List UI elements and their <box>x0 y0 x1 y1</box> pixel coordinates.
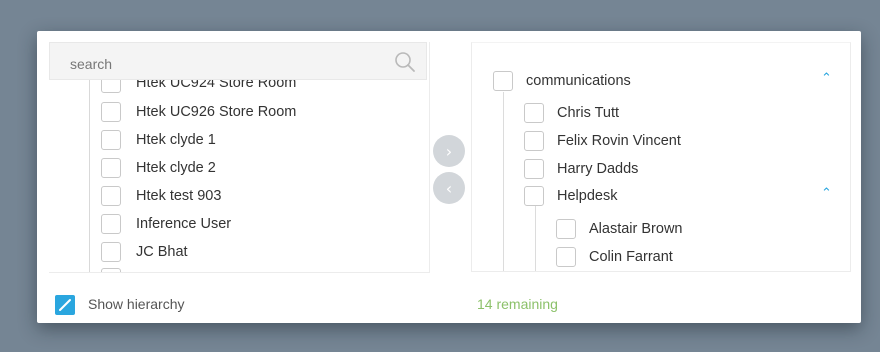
list-item[interactable]: Harry Dadds <box>524 157 638 181</box>
list-item[interactable]: Htek test 903 <box>101 184 221 208</box>
group-item[interactable]: communications <box>493 69 631 93</box>
user-label: JC Bhat <box>136 244 188 260</box>
chevron-up-icon[interactable]: ⌃ <box>821 71 835 86</box>
subgroup-item[interactable]: Helpdesk <box>524 184 617 208</box>
check-icon <box>59 299 71 311</box>
user-label: Htek UC926 Store Room <box>136 104 297 120</box>
available-users-panel: Htek UC924 Store Room Htek UC926 Store R… <box>49 42 430 273</box>
checkbox[interactable] <box>524 186 544 206</box>
subgroup-label: Helpdesk <box>557 188 618 204</box>
list-item[interactable]: JC Bhat <box>101 240 188 264</box>
user-label: Chris Tutt <box>557 105 620 121</box>
remaining-count: 14 remaining <box>477 296 558 312</box>
available-users-list[interactable]: Htek UC924 Store Room Htek UC926 Store R… <box>49 80 427 272</box>
checkbox[interactable] <box>524 131 544 151</box>
checkbox[interactable] <box>101 186 121 206</box>
checkbox[interactable] <box>493 71 513 91</box>
user-label: Htek test 903 <box>136 188 222 204</box>
user-label: Colin Farrant <box>589 249 673 265</box>
checkbox[interactable] <box>101 158 121 178</box>
checkbox[interactable] <box>556 219 576 239</box>
checkbox[interactable] <box>101 80 121 93</box>
list-item[interactable]: Htek clyde 2 <box>101 156 216 180</box>
checkbox[interactable] <box>101 102 121 122</box>
list-item[interactable]: Colin Farrant <box>556 245 673 269</box>
checkbox[interactable] <box>101 242 121 262</box>
checkbox[interactable] <box>101 268 121 272</box>
tree-line <box>89 80 90 272</box>
user-label: Htek UC924 Store Room <box>136 80 297 91</box>
list-item[interactable]: Htek UC926 Store Room <box>101 100 296 124</box>
list-item[interactable] <box>101 266 121 272</box>
checkbox[interactable] <box>556 247 576 267</box>
selected-users-panel[interactable]: communications ⌃ Chris Tutt Felix Rovin … <box>471 42 851 272</box>
tree-line <box>503 92 504 271</box>
search-box <box>49 42 427 80</box>
move-left-button[interactable]: ‹ <box>433 172 465 204</box>
user-label: Harry Dadds <box>557 161 639 177</box>
user-label: Htek clyde 1 <box>136 132 216 148</box>
chevron-right-icon: › <box>445 141 453 161</box>
group-label: communications <box>526 73 631 89</box>
user-label: Felix Rovin Vincent <box>557 133 681 149</box>
list-item[interactable]: Felix Rovin Vincent <box>524 129 681 153</box>
list-item[interactable]: Htek UC924 Store Room <box>101 80 296 95</box>
checkbox[interactable] <box>101 214 121 234</box>
user-label: Inference User <box>136 216 232 232</box>
transfer-dialog: Htek UC924 Store Room Htek UC926 Store R… <box>37 31 861 323</box>
move-right-button[interactable]: › <box>433 135 465 167</box>
search-icon[interactable] <box>394 51 416 73</box>
chevron-left-icon: ‹ <box>445 178 453 198</box>
checkbox[interactable] <box>524 103 544 123</box>
user-label: Htek clyde 2 <box>136 160 216 176</box>
list-item[interactable]: Inference User <box>101 212 231 236</box>
chevron-up-icon[interactable]: ⌃ <box>821 186 835 201</box>
show-hierarchy-checkbox[interactable] <box>55 295 75 315</box>
checkbox[interactable] <box>524 159 544 179</box>
list-item[interactable]: Htek clyde 1 <box>101 128 216 152</box>
show-hierarchy-label: Show hierarchy <box>88 296 185 312</box>
checkbox[interactable] <box>101 130 121 150</box>
user-label: Alastair Brown <box>589 221 683 237</box>
list-item[interactable]: Chris Tutt <box>524 101 619 125</box>
search-input[interactable] <box>68 53 392 75</box>
list-item[interactable]: Alastair Brown <box>556 217 682 241</box>
tree-line <box>535 204 536 271</box>
